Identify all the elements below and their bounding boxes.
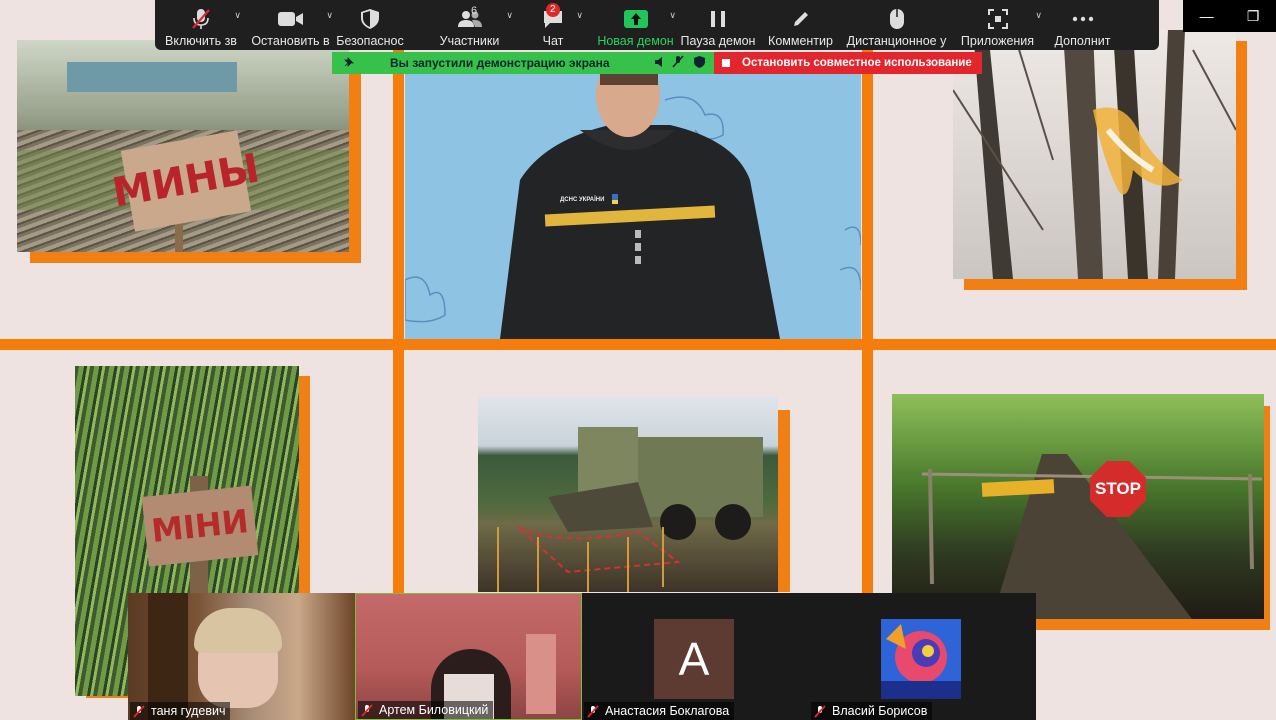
participant-tile[interactable]: таня гудевич [128, 593, 355, 720]
chat-unread-badge: 2 [546, 3, 560, 17]
microphone-muted-icon [191, 7, 211, 31]
pause-icon [710, 7, 726, 31]
stop-icon [722, 59, 730, 67]
remote-control-button[interactable]: Дистанционное у [843, 0, 950, 50]
participant-tile[interactable]: А Анастасия Боклагова [582, 593, 809, 720]
pause-share-button[interactable]: Пауза демон [678, 0, 758, 50]
stop-share-button[interactable]: Остановить совместное использование [714, 52, 982, 74]
microphone-muted-icon[interactable] [672, 55, 694, 71]
more-button[interactable]: Дополнит [1045, 0, 1120, 50]
microphone-muted-icon [361, 703, 373, 717]
participants-icon [457, 7, 482, 31]
participant-tile[interactable]: Власий Борисов [809, 593, 1036, 720]
participants-strip: таня гудевич Артем Биловицкий А Анастаси… [128, 593, 1036, 720]
chevron-down-icon[interactable]: ∨ [669, 10, 676, 21]
shield-icon [361, 7, 379, 31]
pencil-icon [792, 7, 810, 31]
pin-icon[interactable] [344, 56, 356, 70]
chevron-down-icon[interactable]: ∨ [326, 10, 333, 21]
chevron-down-icon[interactable]: ∨ [576, 10, 583, 21]
restore-icon[interactable]: ❐ [1247, 8, 1260, 25]
miny-sign: МІНИ [141, 485, 259, 567]
audio-icon[interactable] [654, 56, 672, 71]
chevron-down-icon[interactable]: ∨ [234, 10, 241, 21]
share-status-text: Вы запустили демонстрацию экрана [390, 56, 610, 70]
apps-button[interactable]: Приложения ∨ [950, 0, 1045, 50]
participant-tile-active-speaker[interactable]: Артем Биловицкий [355, 593, 582, 720]
microphone-muted-icon [587, 704, 599, 718]
share-screen-icon [623, 7, 648, 31]
minimize-icon[interactable]: — [1200, 8, 1214, 24]
apps-icon [987, 7, 1008, 31]
screen-share-banner: Вы запустили демонстрацию экрана [332, 52, 714, 74]
participant-name-label: таня гудевич [130, 702, 231, 720]
participants-count: 6 [471, 5, 478, 17]
microphone-muted-icon [814, 704, 826, 718]
avatar: А [654, 619, 734, 699]
rescuer-patch: ДСНС УКРАЇНИ [560, 197, 605, 203]
photo-forest-road-stop: STOP [892, 394, 1264, 619]
participant-name-label: Анастасия Боклагова [584, 702, 735, 720]
photo-destroyed-truck [478, 397, 778, 592]
participant-name-label: Власий Борисов [811, 702, 933, 720]
more-icon [1072, 7, 1094, 31]
meeting-toolbar: Включить зв ∨ Остановить в ∨ Безопаснос … [155, 0, 1159, 50]
unmute-button[interactable]: Включить зв ∨ [155, 0, 247, 50]
participant-name-label: Артем Биловицкий [358, 701, 494, 719]
avatar [881, 619, 961, 699]
stop-sign: STOP [1090, 461, 1146, 517]
chevron-down-icon[interactable]: ∨ [1035, 10, 1042, 21]
new-share-button[interactable]: Новая демон ∨ [593, 0, 678, 50]
video-rescuer: ДСНС УКРАЇНИ [405, 70, 861, 339]
slide-orange-horizontal-line [0, 339, 1276, 350]
chat-button[interactable]: 2 Чат ∨ [513, 0, 593, 50]
photo-forest-mines-sign: МИНЫ [17, 40, 349, 252]
participants-button[interactable]: 6 Участники ∨ [406, 0, 513, 50]
window-controls: — ❐ [1183, 0, 1276, 32]
shield-icon[interactable] [694, 55, 714, 71]
security-button[interactable]: Безопаснос [334, 0, 406, 50]
annotate-button[interactable]: Комментир [758, 0, 843, 50]
chevron-down-icon[interactable]: ∨ [506, 10, 513, 21]
microphone-muted-icon [133, 704, 145, 718]
stop-video-button[interactable]: Остановить в ∨ [247, 0, 334, 50]
mouse-icon [889, 7, 904, 31]
photo-snow-trees-ribbon [953, 30, 1236, 279]
video-camera-icon [277, 7, 304, 31]
